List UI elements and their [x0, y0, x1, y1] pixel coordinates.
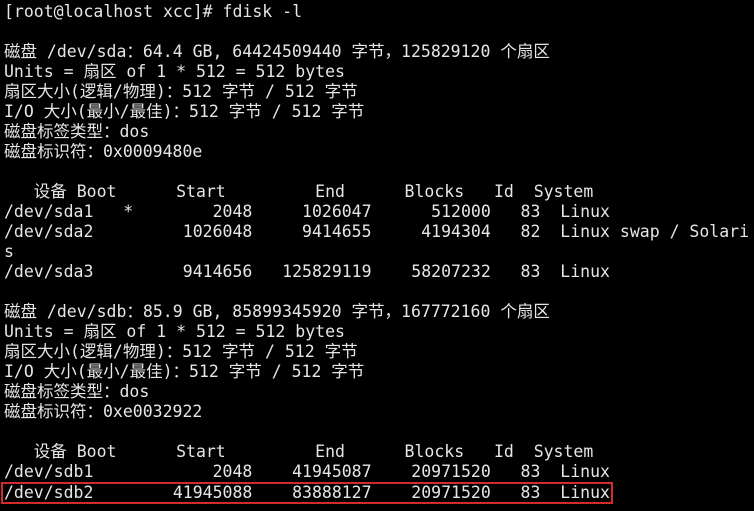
- highlight-box-sdb2: [1, 482, 613, 504]
- command-prompt-line: [root@localhost xcc]# fdisk -l: [4, 2, 303, 21]
- sdb-disk-summary: 磁盘 /dev/sdb：85.9 GB, 85899345920 字节，1677…: [4, 302, 550, 321]
- partition-row-sda2-wrap: s: [4, 242, 14, 261]
- terminal-window[interactable]: [root@localhost xcc]# fdisk -l 磁盘 /dev/s…: [0, 0, 754, 511]
- sda-disk-summary: 磁盘 /dev/sda：64.4 GB, 64424509440 字节，1258…: [4, 42, 550, 61]
- sdb-partition-table-header: 设备 Boot Start End Blocks Id System: [4, 442, 594, 461]
- sda-sector-size-line: 扇区大小(逻辑/物理)：512 字节 / 512 字节: [4, 82, 358, 101]
- sda-partition-table-header: 设备 Boot Start End Blocks Id System: [4, 182, 594, 201]
- sdb-sector-size-line: 扇区大小(逻辑/物理)：512 字节 / 512 字节: [4, 342, 358, 361]
- sda-io-size-line: I/O 大小(最小/最佳)：512 字节 / 512 字节: [4, 102, 365, 121]
- sdb-units-line: Units = 扇区 of 1 * 512 = 512 bytes: [4, 322, 345, 341]
- partition-row-sdb1: /dev/sdb1 2048 41945087 20971520 83 Linu…: [4, 462, 610, 481]
- partition-row-sda2: /dev/sda2 1026048 9414655 4194304 82 Lin…: [4, 222, 750, 241]
- sda-units-line: Units = 扇区 of 1 * 512 = 512 bytes: [4, 62, 345, 81]
- sdb-label-type-line: 磁盘标签类型：dos: [4, 382, 150, 401]
- sda-identifier-line: 磁盘标识符：0x0009480e: [4, 142, 203, 161]
- sda-label-type-line: 磁盘标签类型：dos: [4, 122, 150, 141]
- partition-row-sda3: /dev/sda3 9414656 125829119 58207232 83 …: [4, 262, 610, 281]
- sdb-identifier-line: 磁盘标识符：0xe0032922: [4, 402, 203, 421]
- partition-row-sda1: /dev/sda1 * 2048 1026047 512000 83 Linux: [4, 202, 610, 221]
- sdb-io-size-line: I/O 大小(最小/最佳)：512 字节 / 512 字节: [4, 362, 365, 381]
